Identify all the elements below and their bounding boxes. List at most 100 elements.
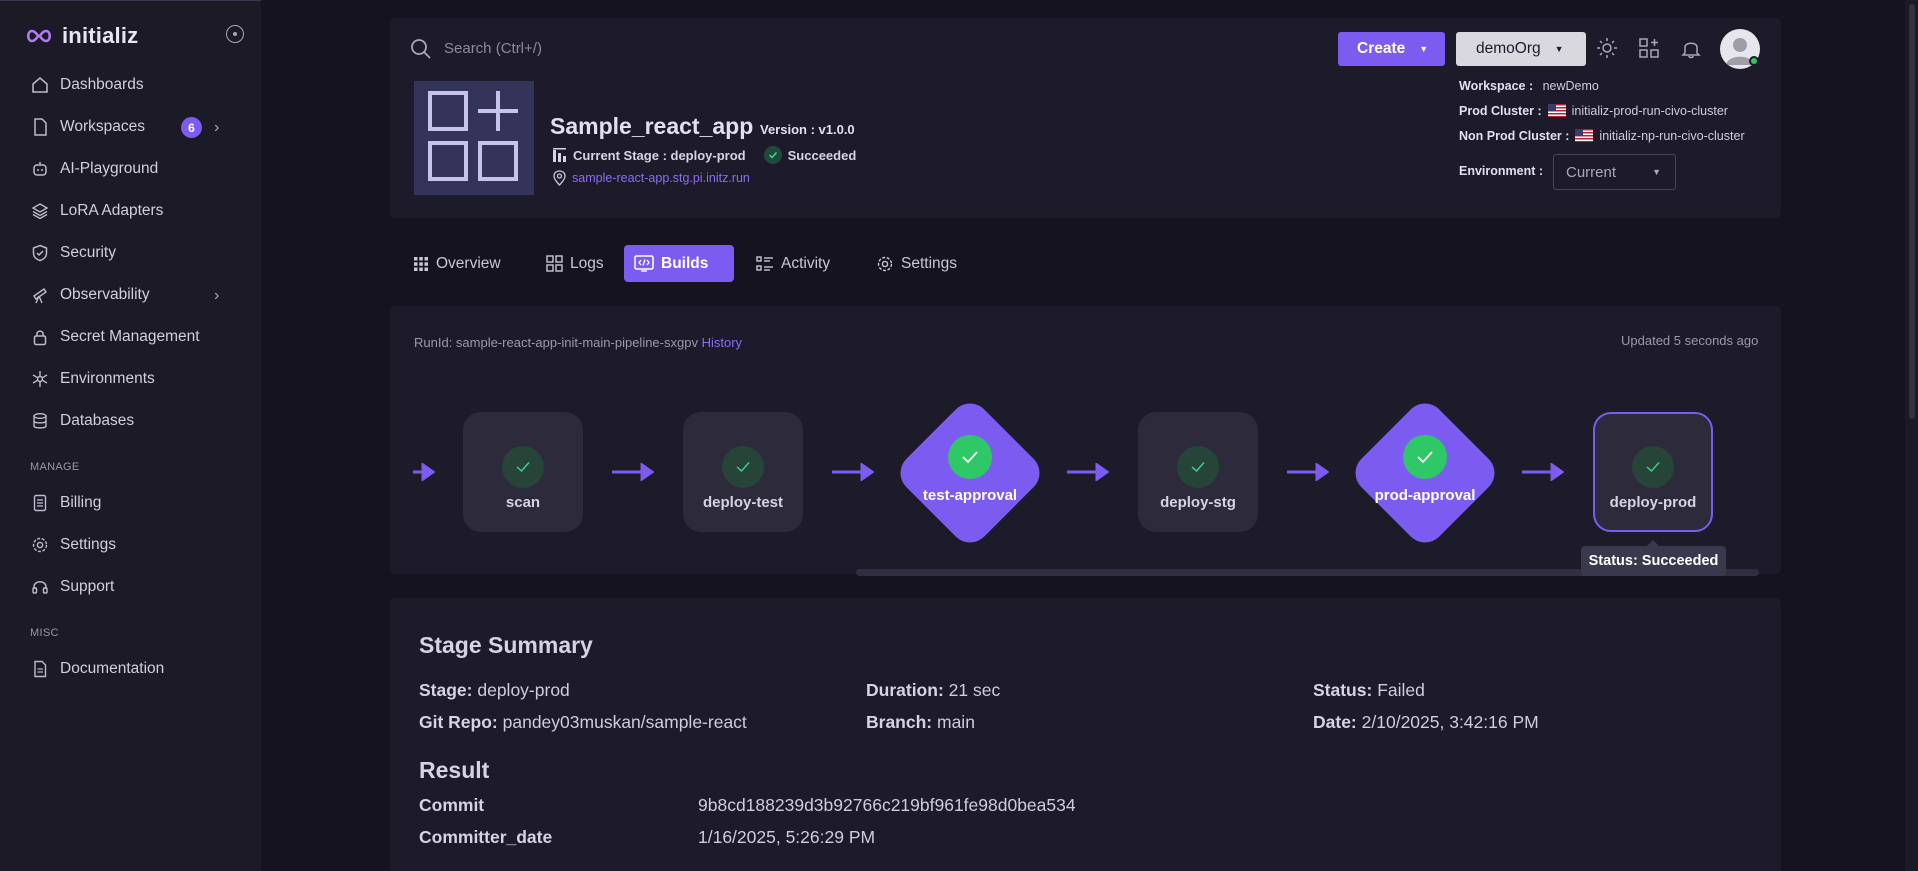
org-selector-label: demoOrg <box>1476 40 1541 57</box>
search-icon[interactable] <box>410 38 432 60</box>
search-input[interactable]: Search (Ctrl+/) <box>444 40 542 57</box>
prod-cluster-meta: Prod Cluster : initializ-prod-run-civo-cl… <box>1459 104 1728 118</box>
sidebar: initializ Dashboards Workspaces 6 › AI-P… <box>0 0 261 871</box>
gear-icon <box>30 535 50 555</box>
stage-label: deploy-stg <box>1160 494 1236 511</box>
environment-select-value: Current <box>1566 163 1617 181</box>
summary-duration: Duration: 21 sec <box>866 680 1000 701</box>
create-button-label: Create <box>1357 40 1406 57</box>
arrow-right-icon <box>1287 463 1329 481</box>
pipeline-stage-scan[interactable]: scan <box>463 412 583 532</box>
headset-icon <box>30 577 50 597</box>
bell-icon[interactable] <box>1679 36 1703 60</box>
summary-status: Status: Failed <box>1313 680 1425 701</box>
page-scrollbar-thumb[interactable] <box>1909 4 1915 419</box>
tab-label: Builds <box>661 254 709 272</box>
summary-date: Date: 2/10/2025, 3:42:16 PM <box>1313 712 1539 733</box>
sidebar-item-label: AI-Playground <box>60 160 159 177</box>
sidebar-item-label: Security <box>60 244 116 261</box>
receipt-icon <box>30 493 50 513</box>
tab-settings[interactable]: Settings <box>866 245 967 282</box>
tab-label: Settings <box>901 254 958 272</box>
nonprod-cluster-meta: Non Prod Cluster : initializ-np-run-civo-… <box>1459 129 1745 143</box>
tab-logs[interactable]: Logs <box>536 245 614 282</box>
tab-builds[interactable]: Builds <box>624 245 734 282</box>
check-circle-icon <box>722 446 764 488</box>
sidebar-item-label: Support <box>60 578 115 595</box>
org-selector[interactable]: demoOrg ▼ <box>1456 32 1586 66</box>
sidebar-item-documentation[interactable]: Documentation <box>0 651 261 687</box>
home-icon <box>30 75 50 95</box>
tab-overview[interactable]: Overview <box>403 245 511 282</box>
sidebar-item-label: Secret Management <box>60 328 200 345</box>
pipeline-stage-deploy-stg[interactable]: deploy-stg <box>1138 412 1258 532</box>
pipeline-stage-test-approval[interactable]: test-approval <box>886 389 1054 557</box>
sidebar-item-support[interactable]: Support <box>0 569 261 605</box>
sidebar-item-label: LoRA Adapters <box>60 202 164 219</box>
sidebar-item-environments[interactable]: Environments <box>0 361 261 397</box>
stage-label: prod-approval <box>1374 487 1476 504</box>
sidebar-item-billing[interactable]: Billing <box>0 485 261 521</box>
history-link[interactable]: History <box>702 335 742 350</box>
summary-branch-value: main <box>937 712 975 732</box>
arrow-right-icon <box>832 463 874 481</box>
stage-label: deploy-prod <box>1609 494 1697 511</box>
gear-icon <box>877 256 893 271</box>
tab-label: Activity <box>781 254 831 272</box>
result-commit-key: Commit <box>419 795 485 815</box>
create-button[interactable]: Create ▼ <box>1338 32 1445 66</box>
sidebar-item-label: Documentation <box>60 660 165 677</box>
sidebar-item-ai-playground[interactable]: AI-Playground <box>0 151 261 187</box>
app-url-line[interactable]: sample-react-app.stg.pi.initz.run <box>553 170 750 186</box>
environment-select[interactable]: Current ▼ <box>1553 154 1676 190</box>
robot-icon <box>30 159 50 179</box>
app-url-link[interactable]: sample-react-app.stg.pi.initz.run <box>572 171 750 185</box>
tab-activity[interactable]: Activity <box>746 245 840 282</box>
prod-cluster-value: initializ-prod-run-civo-cluster <box>1571 104 1728 118</box>
sidebar-item-label: Billing <box>60 494 102 511</box>
manage-section-label: MANAGE <box>30 461 80 473</box>
stage-status-tooltip: Status: Succeeded <box>1581 540 1726 576</box>
summary-duration-key: Duration: <box>866 680 944 700</box>
sidebar-item-observability[interactable]: Observability › <box>0 277 261 313</box>
sidebar-item-label: Settings <box>60 536 117 553</box>
check-circle-icon <box>502 446 544 488</box>
sidebar-item-lora-adapters[interactable]: LoRA Adapters <box>0 193 261 229</box>
check-circle-icon <box>763 146 782 164</box>
summary-stage: Stage: deploy-prod <box>419 680 570 701</box>
pipeline-stage-deploy-prod[interactable]: deploy-prod <box>1593 412 1713 532</box>
nonprod-cluster-value: initializ-np-run-civo-cluster <box>1599 129 1745 143</box>
pipeline-stage-prod-approval[interactable]: prod-approval <box>1341 389 1509 557</box>
app-logo <box>414 81 534 195</box>
sidebar-item-databases[interactable]: Databases <box>0 403 261 439</box>
sidebar-item-workspaces[interactable]: Workspaces 6 › <box>0 109 261 145</box>
brand[interactable]: initializ <box>24 23 138 49</box>
document-icon <box>30 659 50 679</box>
sidebar-item-secret-management[interactable]: Secret Management <box>0 319 261 355</box>
sidebar-item-settings[interactable]: Settings <box>0 527 261 563</box>
shield-icon <box>30 243 50 263</box>
theme-toggle-sun-icon[interactable] <box>1595 36 1619 60</box>
summary-date-key: Date: <box>1313 712 1357 732</box>
summary-repo-key: Git Repo: <box>419 712 498 732</box>
stage-label: test-approval <box>922 487 1018 504</box>
sidebar-item-dashboards[interactable]: Dashboards <box>0 67 261 103</box>
apps-grid-icon[interactable] <box>1637 36 1661 60</box>
summary-duration-value: 21 sec <box>948 680 1001 700</box>
file-icon <box>30 117 50 137</box>
sidebar-item-label: Workspaces <box>60 118 145 135</box>
result-committer-date-value: 1/16/2025, 5:26:29 PM <box>698 827 876 847</box>
run-id-text: RunId: sample-react-app-init-main-pipeli… <box>414 335 698 350</box>
sidebar-item-security[interactable]: Security <box>0 235 261 271</box>
arrow-right-icon <box>1522 463 1564 481</box>
infinity-logo-icon <box>26 29 52 43</box>
tiles-icon <box>546 255 563 272</box>
sidebar-collapse-button[interactable] <box>226 25 244 43</box>
pipeline-stage-deploy-test[interactable]: deploy-test <box>683 412 803 532</box>
current-stage-line: Current Stage : deploy-prod Succeeded <box>553 146 856 164</box>
brand-name: initializ <box>62 23 139 48</box>
summary-stage-value: deploy-prod <box>477 680 570 700</box>
environment-key: Environment : <box>1459 164 1544 178</box>
location-pin-icon <box>553 170 566 186</box>
tab-label: Overview <box>436 254 501 272</box>
